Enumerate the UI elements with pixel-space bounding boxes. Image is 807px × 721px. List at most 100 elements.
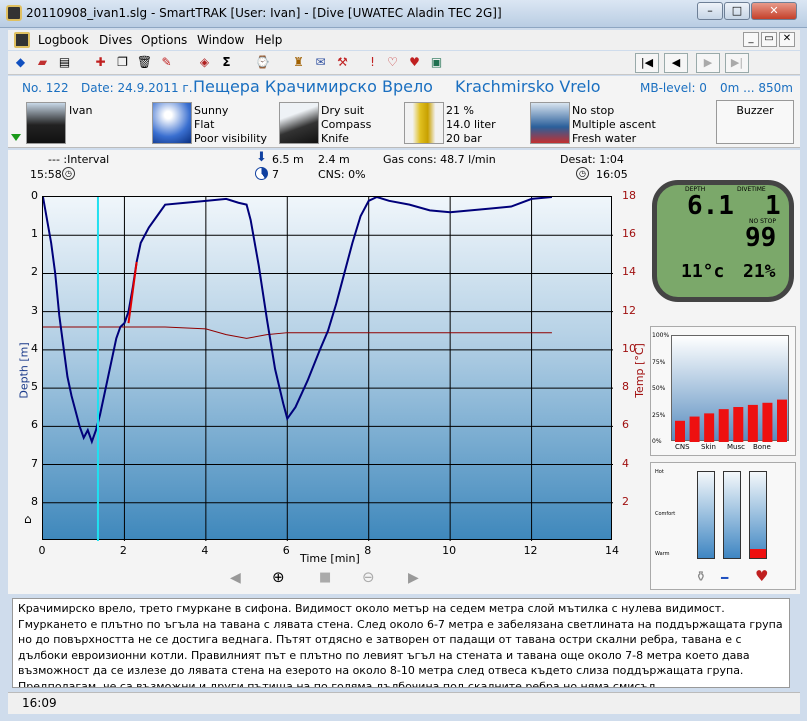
status-time: 16:09 <box>22 696 57 710</box>
close-button[interactable]: ✕ <box>751 2 797 20</box>
depth-tick-label: 2 <box>31 265 38 279</box>
tissue-category-label: Bone <box>753 443 771 451</box>
toolbar: ◆ ▰ ▤ ✚ ❐ 🗑 ✎ ◈ Σ ⌚ ♜ ✉ ⚒ ! ♡ ♥ ▣ |◀ ◀ ▶… <box>8 51 800 75</box>
copy-icon[interactable]: ❐ <box>114 54 131 71</box>
scroll-right-icon[interactable]: ▶ <box>408 570 419 586</box>
heart-icon[interactable]: ♥ <box>755 567 768 585</box>
maximize-button[interactable]: □ <box>724 2 750 20</box>
menu-bar: Logbook Dives Options Window Help _ ▭ ✕ <box>8 30 800 50</box>
weather-line-1: Sunny <box>194 104 229 117</box>
dive-computer-display[interactable]: DEPTH DIVETIME 6.1 1 NO STOP 99 11°c 21% <box>652 180 794 302</box>
tissue-category-label: Musc <box>727 443 745 451</box>
stop-icon[interactable]: ■ <box>319 570 331 585</box>
deco-line-2: Multiple ascent <box>572 118 656 131</box>
mdi-doc-icon[interactable] <box>14 32 30 48</box>
start-time: 15:58 <box>30 168 62 181</box>
buzzer-label: Buzzer <box>736 104 774 117</box>
expand-arrow-icon[interactable] <box>11 134 21 141</box>
mail-icon[interactable]: ✉ <box>312 54 329 71</box>
logbook-icon[interactable]: ◆ <box>12 54 29 71</box>
lcd-depth: 6.1 <box>687 191 734 221</box>
dive-site-en[interactable]: Krachmirsko Vrelo <box>455 77 601 96</box>
print-icon[interactable]: ▤ <box>56 54 73 71</box>
depth-tick-label: 6 <box>31 418 38 432</box>
menu-dives[interactable]: Dives <box>99 33 132 47</box>
max-depth: 6.5 m <box>272 153 304 166</box>
depth-tick-label: 8 <box>31 494 38 508</box>
bottle-icon[interactable]: ⚱ <box>695 569 707 585</box>
heart-icon[interactable]: ♥ <box>406 54 423 71</box>
diver-icon[interactable]: ♜ <box>290 54 307 71</box>
depth-line <box>42 195 553 445</box>
menu-options[interactable]: Options <box>141 33 187 47</box>
depth-tick-label: 7 <box>31 456 38 470</box>
end-time: 16:05 <box>596 168 628 181</box>
weather-icon[interactable] <box>152 102 192 144</box>
gauge-fill <box>750 548 766 558</box>
deco-icon[interactable] <box>530 102 570 144</box>
tank-icon[interactable] <box>404 102 444 144</box>
tissue-bar <box>718 409 729 442</box>
buddy-photo[interactable] <box>26 102 66 144</box>
warning-icon[interactable]: ! <box>364 54 381 71</box>
edit-icon[interactable]: ✎ <box>158 54 175 71</box>
gas-consumption: Gas cons: 48.7 l/min <box>383 153 496 166</box>
tissue-bar <box>777 399 787 442</box>
menu-help[interactable]: Help <box>255 33 282 47</box>
tissue-bar <box>733 407 744 442</box>
tissue-bar <box>747 404 758 442</box>
temp-tick-label: 4 <box>622 456 629 470</box>
download-icon[interactable]: ⌚ <box>254 54 271 71</box>
dive-notes[interactable]: Крачимирско врело, трето гмуркане в сифо… <box>12 598 790 688</box>
next-dive-button[interactable]: ▶ <box>696 53 720 73</box>
equipment-line-1: Dry suit <box>321 104 365 117</box>
sum-icon[interactable]: Σ <box>218 54 235 71</box>
menu-window[interactable]: Window <box>197 33 244 47</box>
scroll-left-icon[interactable]: ◀ <box>230 570 241 586</box>
time-tick-label: 2 <box>119 544 127 557</box>
depth-tick-label: 3 <box>31 303 38 317</box>
equipment-icon[interactable] <box>279 102 319 144</box>
temp-tick-label: 10 <box>622 341 636 355</box>
buzzer-button[interactable]: Buzzer <box>716 100 794 144</box>
altitude-range: 0m ... 850m <box>720 81 793 95</box>
temp-tick-label: 12 <box>622 303 636 317</box>
mdi-minimize-button[interactable]: _ <box>743 32 759 47</box>
first-dive-button[interactable]: |◀ <box>635 53 659 73</box>
mdi-close-button[interactable]: ✕ <box>779 32 795 47</box>
time-tick-label: 0 <box>38 544 46 557</box>
health-icon[interactable]: ♡ <box>384 54 401 71</box>
gauge-column <box>697 471 715 559</box>
new-page-icon[interactable]: ▰ <box>34 54 51 71</box>
buddy-name: Ivan <box>69 104 93 117</box>
tools-icon[interactable]: ⚒ <box>334 54 351 71</box>
tissue-bar <box>675 420 685 442</box>
thermometer-icon[interactable]: ━ <box>721 571 728 585</box>
ascent-warning-line <box>127 261 138 324</box>
zoom-in-icon[interactable]: ⊕ <box>272 568 285 586</box>
sort-icon[interactable]: ◈ <box>196 54 213 71</box>
prev-dive-button[interactable]: ◀ <box>664 53 688 73</box>
lcd-temp: 11°c <box>681 261 725 282</box>
mdi-restore-button[interactable]: ▭ <box>761 32 777 47</box>
depth-tick-label: 1 <box>31 227 38 241</box>
tissue-bars-svg <box>675 399 787 442</box>
last-dive-button[interactable]: ▶| <box>725 53 749 73</box>
dive-profile-panel: --- :Interval 15:58 ◷ ⬇ 6.5 m 2.4 m Gas … <box>8 150 646 594</box>
map-icon[interactable]: ▣ <box>428 54 445 71</box>
dive-profile-chart[interactable] <box>42 195 613 541</box>
add-dive-icon[interactable]: ✚ <box>92 54 109 71</box>
minimize-button[interactable]: – <box>697 2 723 20</box>
app-icon[interactable] <box>6 5 22 21</box>
title-bar: 20110908_ivan1.slg - SmartTRAK [User: Iv… <box>0 0 807 28</box>
tissue-bar <box>689 416 700 442</box>
weather-line-2: Flat <box>194 118 215 131</box>
delete-icon[interactable]: 🗑 <box>136 54 153 71</box>
time-tick-label: 6 <box>282 544 290 557</box>
gauge-label-comfort: Comfort <box>655 511 676 517</box>
depth-tick-label: 5 <box>31 380 38 394</box>
gauge-label-hot: Hot <box>655 469 664 475</box>
zoom-out-icon[interactable]: ⊖ <box>362 568 375 586</box>
dive-site-bg[interactable]: Пещера Крачимирско Врело <box>193 77 433 96</box>
menu-logbook[interactable]: Logbook <box>38 33 89 47</box>
